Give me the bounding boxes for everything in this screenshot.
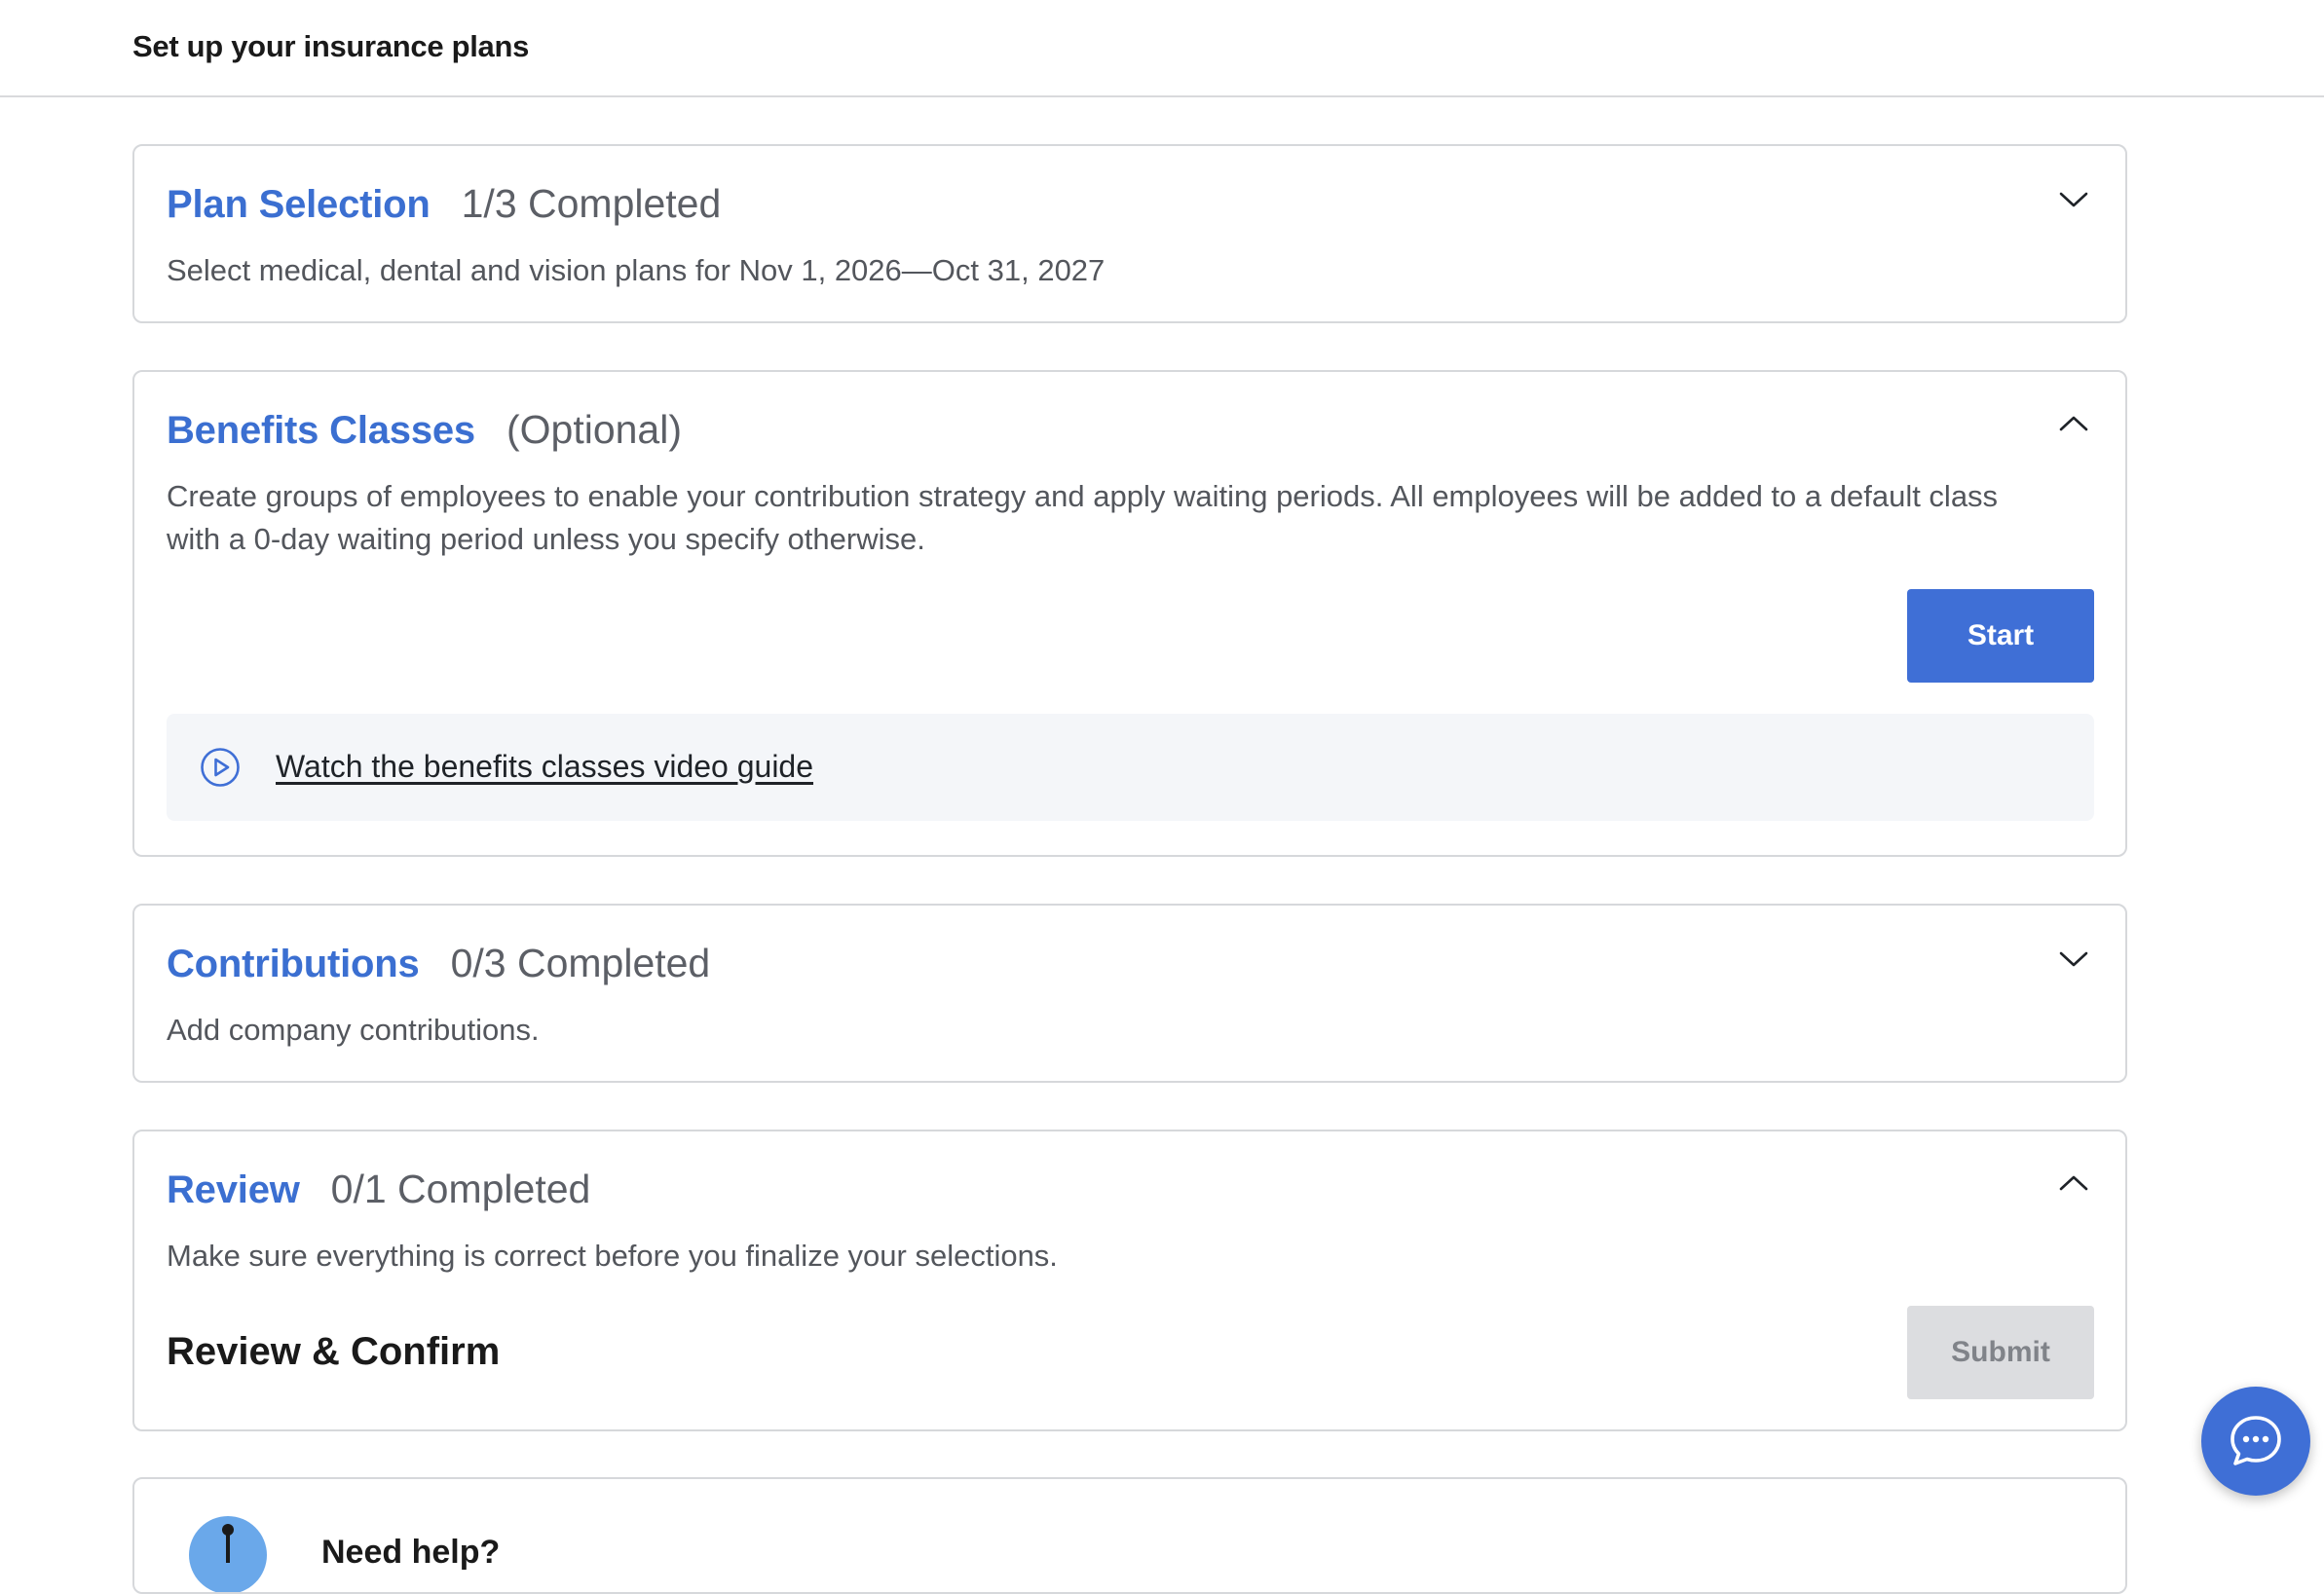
- section-header[interactable]: Benefits Classes (Optional): [167, 407, 682, 453]
- start-button[interactable]: Start: [1907, 589, 2094, 683]
- section-header[interactable]: Contributions 0/3 Completed: [167, 941, 710, 986]
- chevron-up-icon[interactable]: [2057, 407, 2090, 440]
- review-confirm-label: Review & Confirm: [167, 1330, 501, 1373]
- section-header[interactable]: Review 0/1 Completed: [167, 1167, 590, 1212]
- section-status: 0/3 Completed: [450, 941, 711, 985]
- help-label: Need help?: [321, 1534, 501, 1571]
- section-description: Select medical, dental and vision plans …: [167, 253, 1106, 287]
- section-benefits-classes: Benefits Classes (Optional) Create group…: [132, 370, 2127, 857]
- section-title[interactable]: Review: [167, 1168, 300, 1212]
- section-title[interactable]: Benefits Classes: [167, 409, 475, 453]
- section-title[interactable]: Plan Selection: [167, 183, 431, 227]
- chat-bubble-icon: [2230, 1416, 2281, 1465]
- section-status: (Optional): [506, 407, 682, 452]
- section-plan-selection: Plan Selection 1/3 Completed Select medi…: [132, 144, 2127, 323]
- play-circle-icon[interactable]: [200, 747, 241, 788]
- video-guide-banner: Watch the benefits classes video guide: [167, 714, 2094, 821]
- section-title[interactable]: Contributions: [167, 943, 420, 986]
- section-review: Review 0/1 Completed Make sure everythin…: [132, 1130, 2127, 1431]
- chevron-down-icon[interactable]: [2057, 183, 2090, 216]
- section-description: Create groups of employees to enable you…: [167, 479, 1999, 556]
- section-description: Make sure everything is correct before y…: [167, 1239, 1058, 1273]
- section-header[interactable]: Plan Selection 1/3 Completed: [167, 181, 721, 227]
- pin-icon: [222, 1524, 234, 1563]
- chevron-up-icon[interactable]: [2057, 1167, 2090, 1200]
- section-status: 1/3 Completed: [461, 181, 722, 226]
- page-title: Set up your insurance plans: [132, 29, 530, 63]
- help-card: Need help?: [132, 1477, 2127, 1594]
- video-guide-link[interactable]: Watch the benefits classes video guide: [276, 749, 813, 785]
- submit-button[interactable]: Submit: [1907, 1306, 2094, 1399]
- help-avatar: [189, 1516, 267, 1592]
- section-status: 0/1 Completed: [330, 1167, 591, 1211]
- chat-button[interactable]: [2201, 1387, 2310, 1496]
- section-description: Add company contributions.: [167, 1013, 540, 1047]
- section-contributions: Contributions 0/3 Completed Add company …: [132, 904, 2127, 1083]
- chevron-down-icon[interactable]: [2057, 943, 2090, 976]
- page-header: Set up your insurance plans: [0, 0, 2324, 97]
